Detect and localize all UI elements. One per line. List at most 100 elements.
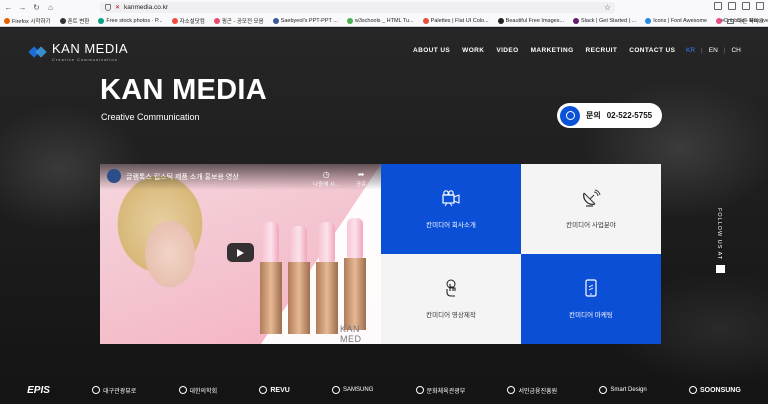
- sidebar-icon[interactable]: [728, 2, 736, 10]
- mobile-icon: [585, 279, 597, 297]
- partner-mark-icon: [688, 386, 697, 394]
- bookmark-item[interactable]: Palettes | Flat UI Colo...: [422, 17, 489, 24]
- partner-mark-icon: [259, 386, 268, 394]
- bookmark-item[interactable]: Icons | Font Awesome: [645, 17, 707, 24]
- lang-ch[interactable]: CH: [731, 47, 740, 54]
- bookmark-item[interactable]: 폰트 변환: [59, 17, 89, 25]
- tile-business-area[interactable]: 칸미디어 사업분야: [521, 164, 661, 254]
- tile-marketing[interactable]: 칸미디어 마케팅: [521, 254, 661, 344]
- favicon-icon: [213, 17, 220, 24]
- partner-logo: 대구관광뷰로: [92, 386, 136, 395]
- partner-logo: SAMSUNG: [332, 386, 373, 394]
- hero-title: KAN MEDIA: [100, 74, 268, 106]
- menu-icon[interactable]: [756, 2, 764, 10]
- shield-icon[interactable]: [105, 4, 111, 11]
- reload-icon[interactable]: ↻: [32, 3, 41, 12]
- touch-icon: [446, 279, 456, 297]
- account-icon[interactable]: [742, 2, 750, 10]
- bookmark-star-icon[interactable]: ☆: [604, 3, 611, 12]
- bookmark-item[interactable]: Firefox 시작하기: [4, 17, 51, 25]
- logo-sub: Creative Communication: [52, 57, 118, 62]
- favicon-icon: [171, 17, 178, 24]
- menu-item-work[interactable]: WORK: [462, 47, 484, 54]
- address-bar[interactable]: ✕ kanmedia.co.kr ☆: [100, 2, 615, 13]
- logo[interactable]: KAN MEDIA Creative Communication: [28, 41, 129, 62]
- partner-logo: REVU: [259, 386, 290, 394]
- lang-en[interactable]: EN: [709, 47, 718, 54]
- bookmark-item[interactable]: Beautiful Free Images...: [497, 17, 564, 24]
- bookmark-item[interactable]: w3schools _ HTML Tu...: [346, 17, 414, 24]
- hero-subtitle: Creative Communication: [101, 112, 200, 122]
- favicon-icon: [645, 17, 652, 24]
- lang-kr[interactable]: KR: [686, 47, 695, 54]
- partner-mark-icon: [415, 386, 424, 394]
- watch-later-button[interactable]: ◷ 나중에 시...: [313, 170, 339, 188]
- menu-item-marketing[interactable]: MARKETING: [531, 47, 574, 54]
- bookmark-item[interactable]: Free stock photos · P...: [98, 17, 163, 24]
- partner-logo: 대한의학회: [178, 386, 217, 395]
- favicon-icon: [346, 17, 353, 24]
- chevron-right-icon[interactable]: »: [721, 18, 724, 24]
- partner-mark-icon: [507, 386, 516, 394]
- favicon-icon: [59, 17, 66, 24]
- tile-video-production[interactable]: 칸미디어 영상제작: [381, 254, 521, 344]
- menu-item-contact-us[interactable]: CONTACT US: [629, 47, 675, 54]
- partner-logo: Smart Design: [599, 386, 647, 394]
- other-bookmarks[interactable]: » 다른 북마크: [721, 17, 764, 25]
- forward-icon[interactable]: →: [18, 3, 27, 12]
- favicon-icon: [98, 17, 105, 24]
- partner-mark-icon: [599, 386, 608, 394]
- bookmark-item[interactable]: Slack | Get Started | ...: [573, 17, 636, 24]
- headset-icon: [560, 105, 580, 126]
- favicon-icon: [272, 17, 279, 24]
- menu-item-recruit[interactable]: RECRUIT: [586, 47, 618, 54]
- favicon-icon: [422, 17, 429, 24]
- share-icon: ➦: [357, 170, 365, 179]
- share-button[interactable]: ➦ 공유: [356, 170, 366, 188]
- bookmark-item[interactable]: 자소설닷컴: [171, 17, 205, 25]
- contact-phone-button[interactable]: 문의 02-522-5755: [557, 103, 662, 128]
- tile-label: 칸미디어 마케팅: [569, 312, 613, 319]
- partner-logo: 서민금융진흥원: [507, 386, 557, 395]
- channel-avatar[interactable]: [107, 169, 121, 183]
- partner-mark-icon: [92, 386, 101, 394]
- favicon-icon: [497, 17, 504, 24]
- follow-us-text: FOLLOW US AT: [716, 208, 722, 261]
- video-title[interactable]: 글램톡스 립스틱 제품 소개 홍보용 영상: [126, 172, 239, 182]
- play-icon: [237, 248, 244, 257]
- partner-logos: EPIS 대구관광뷰로 대한의학회 REVU SAMSUNG 문화체육관광부 서민금융진흥원…: [0, 376, 768, 404]
- play-button[interactable]: [227, 243, 254, 262]
- partner-logo: SOONSUNG: [688, 386, 741, 394]
- favicon-icon: [4, 17, 10, 24]
- phone-label: 문의: [586, 111, 601, 120]
- tile-company-intro[interactable]: 칸미디어 회사소개: [381, 164, 521, 254]
- home-icon[interactable]: ⌂: [46, 3, 55, 12]
- satellite-dish-icon: [583, 189, 601, 207]
- promo-video[interactable]: 글램톡스 립스틱 제품 소개 홍보용 영상 ◷ 나중에 시... ➦ 공유 KA…: [100, 164, 381, 344]
- bookmark-item[interactable]: Saebyeol's PPT-PPT ...: [272, 17, 338, 24]
- video-camera-icon: [442, 190, 460, 207]
- social-icon[interactable]: [716, 265, 725, 273]
- bookmark-item[interactable]: 핑곤 - 공모전 모음: [213, 17, 264, 25]
- bookmarks-bar: Firefox 시작하기 폰트 변환 Free stock photos · P..…: [0, 15, 768, 26]
- hero-section: KAN MEDIA Creative Communication ABOUT U…: [0, 28, 768, 404]
- partner-mark-icon: [332, 386, 341, 394]
- menu-item-about-us[interactable]: ABOUT US: [413, 47, 450, 54]
- menu-item-video[interactable]: VIDEO: [496, 47, 518, 54]
- logo-mark-icon: [28, 44, 47, 60]
- tile-label: 칸미디어 영상제작: [426, 312, 476, 319]
- insecure-lock-icon[interactable]: ✕: [115, 4, 120, 11]
- partner-logo: EPIS: [27, 384, 50, 396]
- folder-icon: [727, 18, 735, 24]
- browser-chrome: ← → ↻ ⌂ ✕ kanmedia.co.kr ☆ Firefox 시작하기 폰…: [0, 0, 768, 27]
- clock-icon: ◷: [322, 170, 330, 179]
- partner-logo: 문화체육관광부: [415, 386, 465, 395]
- library-icon[interactable]: [714, 2, 722, 10]
- lipstick-image: [260, 218, 366, 334]
- phone-number: 02-522-5755: [606, 111, 653, 120]
- video-brand-text: KAN MED: [340, 324, 362, 344]
- partner-mark-icon: [178, 386, 187, 394]
- back-icon[interactable]: ←: [4, 3, 13, 12]
- url-text[interactable]: kanmedia.co.kr: [124, 4, 168, 11]
- logo-name: KAN MEDIA: [52, 41, 129, 56]
